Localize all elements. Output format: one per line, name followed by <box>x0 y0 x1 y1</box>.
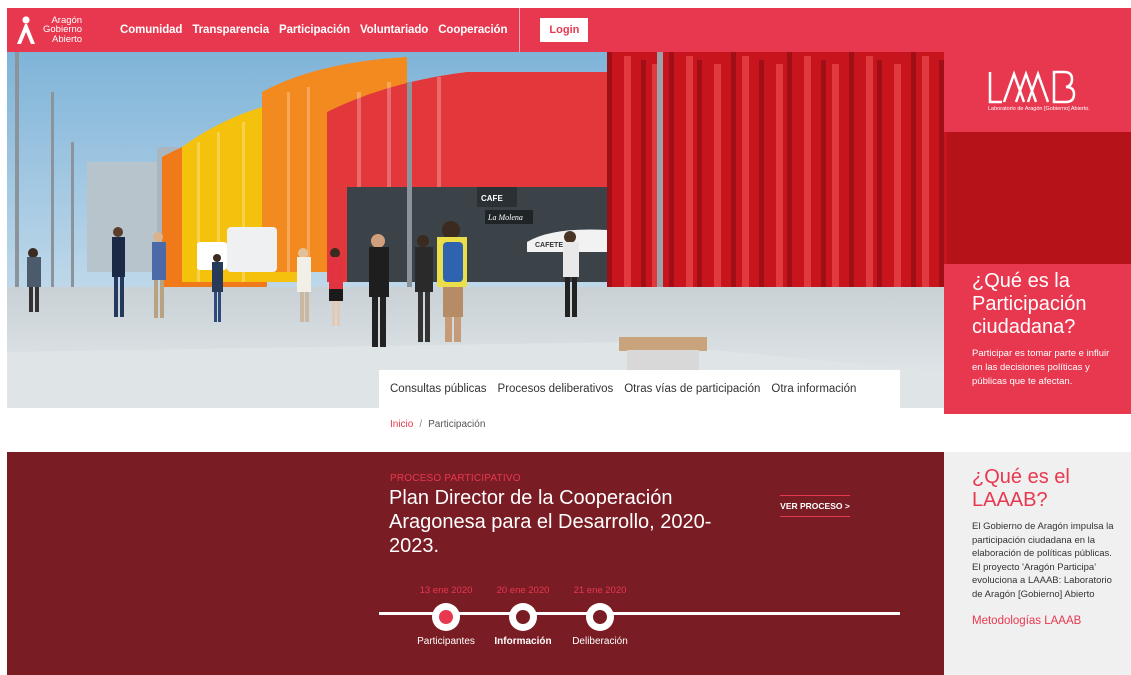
participacion-info-panel: ¿Qué es la Participación ciudadana? Part… <box>944 264 1131 414</box>
process-title: Plan Director de la Cooperación Aragones… <box>389 487 712 557</box>
laaab-info-text: El Gobierno de Aragón impulsa la partici… <box>972 521 1114 600</box>
tab-consultas-publicas[interactable]: Consultas públicas <box>390 383 487 395</box>
participacion-text: Participar es tomar parte e influir en l… <box>972 348 1110 387</box>
cafe-sign: La Molena <box>487 213 523 222</box>
participation-subnav: Consultas públicas Procesos deliberativo… <box>379 370 900 408</box>
nav-item-voluntariado[interactable]: Voluntariado <box>355 8 433 52</box>
nav-item-transparencia[interactable]: Transparencia <box>187 8 274 52</box>
aragon-logo-icon <box>17 16 35 44</box>
cafe-label: CAFE <box>481 194 503 203</box>
laaab-info-panel: ¿Qué es el LAAAB? El Gobierno de Aragón … <box>944 452 1131 675</box>
laaab-logo-panel[interactable]: Laboratorio de Aragón [Gobierno] Abierto… <box>944 52 1131 132</box>
nav-divider <box>519 8 521 52</box>
nav-item-comunidad[interactable]: Comunidad <box>115 8 187 52</box>
top-navigation-bar: Aragón Gobierno Abierto Comunidad Transp… <box>7 8 1131 52</box>
laaab-logo-icon <box>988 70 1076 104</box>
main-nav: Comunidad Transparencia Participación Vo… <box>115 8 521 52</box>
featured-process-section: PROCESO PARTICIPATIVO Plan Director de l… <box>7 452 944 675</box>
brand-line-3: Abierto <box>51 33 83 45</box>
step-marker-icon <box>586 603 614 631</box>
breadcrumb-current: Participación <box>428 419 486 430</box>
tab-otra-informacion[interactable]: Otra información <box>771 383 856 395</box>
step-marker-icon <box>509 603 537 631</box>
step-dot <box>516 610 530 624</box>
process-type-label: PROCESO PARTICIPATIVO <box>390 473 521 484</box>
step-label: Deliberación <box>572 636 628 647</box>
step-date: 21 ene 2020 <box>573 585 627 596</box>
login-button[interactable]: Login <box>540 18 589 42</box>
brand-name: Aragón Gobierno Abierto <box>43 16 82 45</box>
laaab-info-title: ¿Qué es el LAAAB? <box>972 466 1070 511</box>
metodologias-link[interactable]: Metodologías LAAAB <box>972 615 1119 627</box>
breadcrumb-home-link[interactable]: Inicio <box>390 419 413 430</box>
step-dot <box>593 610 607 624</box>
timeline-step[interactable]: 21 ene 2020 Deliberación <box>555 585 645 647</box>
tab-otras-vias[interactable]: Otras vías de participación <box>624 383 760 395</box>
participacion-title: ¿Qué es la Participación ciudadana? <box>972 270 1087 338</box>
step-marker-icon <box>432 603 460 631</box>
breadcrumb: Inicio / Participación <box>390 419 485 430</box>
breadcrumb-separator: / <box>419 419 423 430</box>
page-root: Aragón Gobierno Abierto Comunidad Transp… <box>0 0 1131 675</box>
step-active-dot <box>439 610 453 624</box>
tab-procesos-deliberativos[interactable]: Procesos deliberativos <box>498 383 614 395</box>
nav-item-cooperacion[interactable]: Cooperación <box>433 8 512 52</box>
laaab-caption: Laboratorio de Aragón [Gobierno] Abierto… <box>988 106 1090 112</box>
view-process-button[interactable]: VER PROCESO > <box>780 495 850 517</box>
nav-item-participacion[interactable]: Participación <box>274 8 355 52</box>
brand-logo[interactable]: Aragón Gobierno Abierto <box>7 15 107 45</box>
